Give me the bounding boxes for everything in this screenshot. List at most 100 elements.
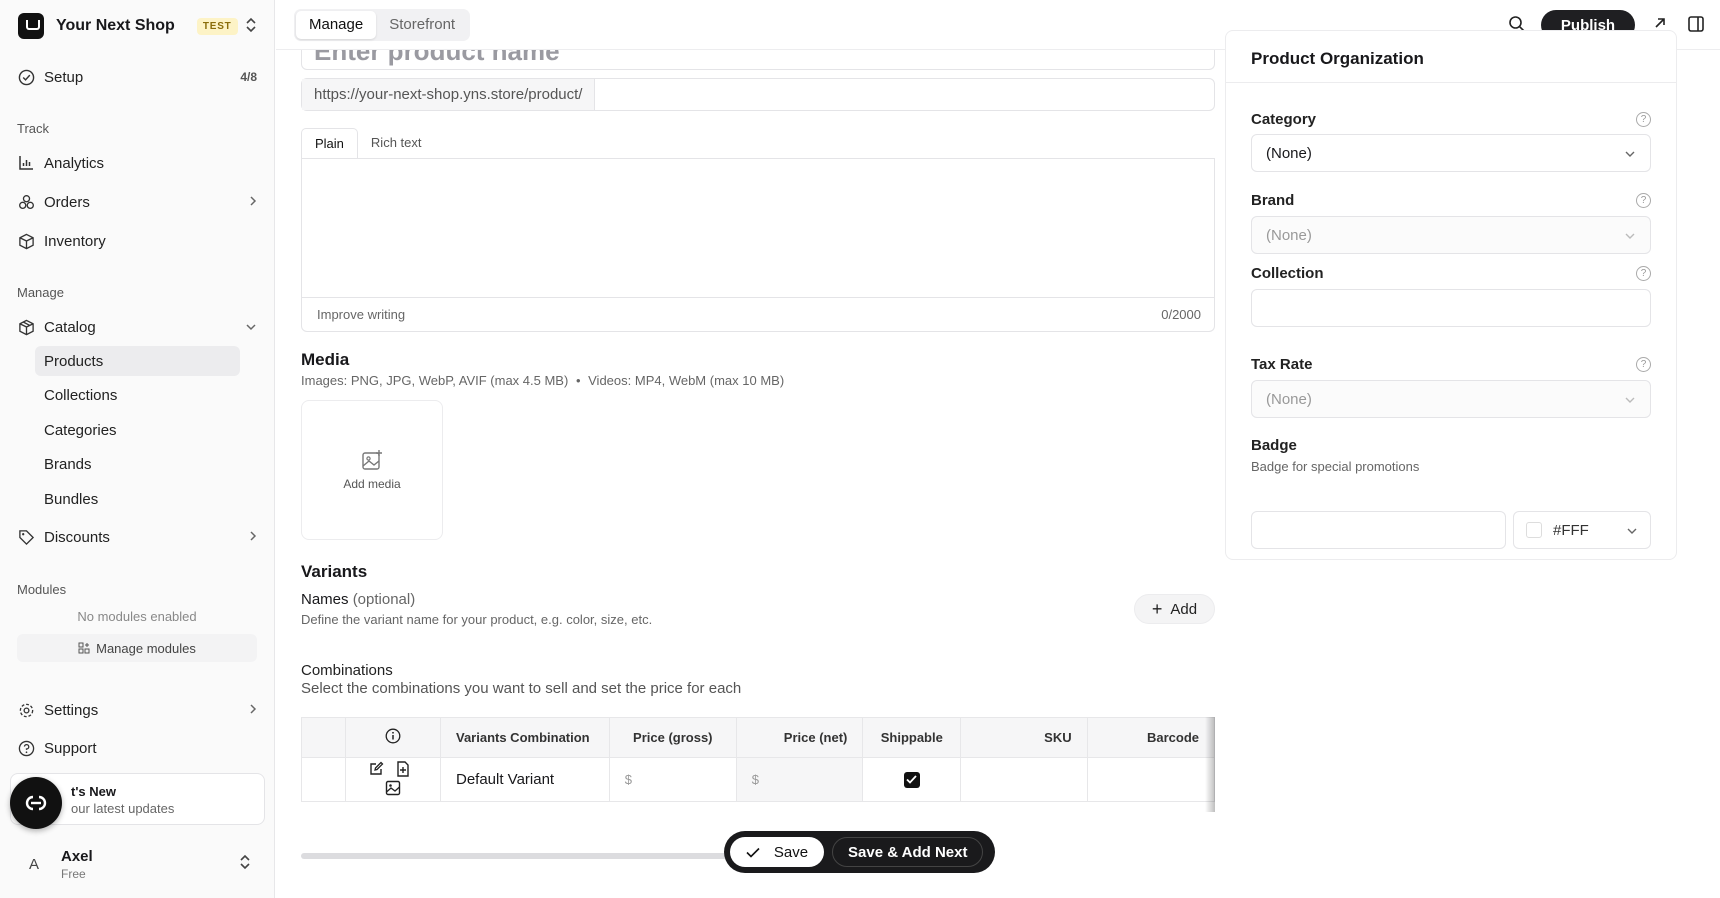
badge-label: Badge xyxy=(1251,437,1297,454)
tax-rate-select[interactable]: (None) xyxy=(1251,380,1651,418)
description-textarea[interactable] xyxy=(301,158,1215,298)
analytics-label: Analytics xyxy=(44,154,105,172)
orders-label: Orders xyxy=(44,193,90,211)
chevron-down-icon xyxy=(1624,145,1636,162)
product-name-placeholder: Enter product name xyxy=(314,50,560,66)
category-value: (None) xyxy=(1266,144,1312,162)
brand-select[interactable]: (None) xyxy=(1251,216,1651,254)
chevron-updown-icon xyxy=(245,17,257,36)
save-label: Save xyxy=(773,843,809,861)
section-manage: Manage xyxy=(17,285,64,300)
save-button[interactable]: Save xyxy=(730,837,824,867)
add-variant-button[interactable]: + Add xyxy=(1134,594,1215,624)
sidebar-item-support[interactable]: Support xyxy=(17,733,257,763)
whats-new-title: t's New xyxy=(71,784,116,799)
collection-input[interactable] xyxy=(1251,289,1651,327)
editor-footer: Improve writing 0/2000 xyxy=(301,298,1215,332)
tab-manage[interactable]: Manage xyxy=(296,11,377,39)
variant-names-label: Names (optional) xyxy=(301,591,415,608)
chevron-down-icon xyxy=(1624,227,1636,244)
manage-modules-button[interactable]: Manage modules xyxy=(17,634,257,662)
help-icon[interactable]: ? xyxy=(1636,112,1651,127)
row-actions xyxy=(344,757,441,802)
save-add-next-button[interactable]: Save & Add Next xyxy=(832,837,984,867)
catalog-label: Catalog xyxy=(44,318,96,336)
row-select-cell[interactable] xyxy=(301,757,346,802)
save-bar: Save Save & Add Next xyxy=(724,831,995,873)
chevron-down-icon xyxy=(1626,522,1638,539)
add-media-dropzone[interactable]: Add media xyxy=(301,400,443,540)
media-images-hint: Images: PNG, JPG, WebP, AVIF (max 4.5 MB… xyxy=(301,373,569,388)
color-swatch xyxy=(1526,522,1542,538)
combinations-hint: Select the combinations you want to sell… xyxy=(301,680,742,697)
variant-name-cell: Default Variant xyxy=(439,757,610,802)
grid-plus-icon xyxy=(78,642,90,654)
shippable-checkbox[interactable] xyxy=(903,771,920,788)
product-name-input[interactable]: Enter product name xyxy=(301,50,1215,70)
sidebar-item-categories[interactable]: Categories xyxy=(35,415,240,445)
shop-name: Your Next Shop xyxy=(56,17,175,34)
price-gross-input[interactable]: $ xyxy=(608,757,737,802)
info-icon[interactable] xyxy=(385,728,401,744)
product-slug-field[interactable]: https://your-next-shop.yns.store/product… xyxy=(301,78,1215,111)
category-select[interactable]: (None) xyxy=(1251,134,1651,172)
tag-icon xyxy=(17,528,35,546)
tab-plain[interactable]: Plain xyxy=(301,128,358,158)
col-barcode: Barcode xyxy=(1086,717,1215,758)
plus-icon: + xyxy=(1151,598,1163,619)
sidebar: Your Next Shop TEST Setup 4/8 Track Anal… xyxy=(0,0,275,898)
col-price-gross: Price (gross) xyxy=(608,717,737,758)
organization-title: Product Organization xyxy=(1226,31,1676,83)
names-hint: Define the variant name for your product… xyxy=(301,612,653,627)
package-icon xyxy=(17,318,35,336)
table-row: Default Variant $ $ xyxy=(301,757,1215,802)
sidebar-item-products[interactable]: Products xyxy=(35,346,240,376)
help-icon[interactable]: ? xyxy=(1636,193,1651,208)
modules-box: No modules enabled Manage modules xyxy=(17,604,257,662)
box-icon xyxy=(17,232,35,250)
sidebar-item-collections[interactable]: Collections xyxy=(35,380,240,410)
sidebar-item-setup[interactable]: Setup 4/8 xyxy=(17,62,257,92)
file-plus-icon[interactable] xyxy=(396,760,410,777)
help-icon[interactable]: ? xyxy=(1636,357,1651,372)
sidebar-item-orders[interactable]: Orders xyxy=(17,187,257,217)
toggle-panel-icon[interactable] xyxy=(1687,15,1705,37)
badge-color-value: #FFF xyxy=(1553,521,1589,539)
tab-storefront[interactable]: Storefront xyxy=(376,11,468,39)
badge-color-select[interactable]: #FFF xyxy=(1513,511,1651,549)
col-variants-combination: Variants Combination xyxy=(439,717,610,758)
sidebar-item-analytics[interactable]: Analytics xyxy=(17,148,257,178)
media-videos-hint: Videos: MP4, WebM (max 10 MB) xyxy=(588,373,785,388)
help-icon[interactable]: ? xyxy=(1636,266,1651,281)
support-label: Support xyxy=(44,739,97,757)
sidebar-item-bundles[interactable]: Bundles xyxy=(35,484,240,514)
chevron-down-icon xyxy=(245,320,257,334)
bar-chart-icon xyxy=(17,154,35,172)
sidebar-item-brands[interactable]: Brands xyxy=(35,449,240,479)
setup-progress: 4/8 xyxy=(240,70,257,84)
slug-prefix: https://your-next-shop.yns.store/product… xyxy=(302,79,596,110)
env-badge: TEST xyxy=(196,17,238,35)
image-icon[interactable] xyxy=(385,780,401,796)
improve-writing-button[interactable]: Improve writing xyxy=(317,307,405,322)
sku-input[interactable] xyxy=(960,757,1088,802)
user-menu[interactable]: A Axel Free xyxy=(17,845,257,883)
col-shippable: Shippable xyxy=(862,717,962,758)
edit-icon[interactable] xyxy=(368,761,384,777)
editor-tabs: Plain Rich text xyxy=(301,128,1215,158)
image-plus-icon xyxy=(361,449,383,471)
sidebar-item-discounts[interactable]: Discounts xyxy=(17,522,257,552)
chat-logo-icon xyxy=(22,794,50,812)
sidebar-item-settings[interactable]: Settings xyxy=(17,695,257,725)
tab-rich-text[interactable]: Rich text xyxy=(358,128,435,158)
brand-value: (None) xyxy=(1266,226,1312,244)
help-chat-button[interactable] xyxy=(10,777,62,829)
help-circle-icon xyxy=(17,739,35,757)
sidebar-item-catalog[interactable]: Catalog xyxy=(17,312,257,342)
badge-text-input[interactable] xyxy=(1251,511,1506,549)
col-price-net: Price (net) xyxy=(735,717,864,758)
sidebar-item-inventory[interactable]: Inventory xyxy=(17,226,257,256)
shop-switcher[interactable]: Your Next Shop TEST xyxy=(18,12,263,40)
tax-rate-value: (None) xyxy=(1266,390,1312,408)
barcode-input[interactable] xyxy=(1086,757,1215,802)
